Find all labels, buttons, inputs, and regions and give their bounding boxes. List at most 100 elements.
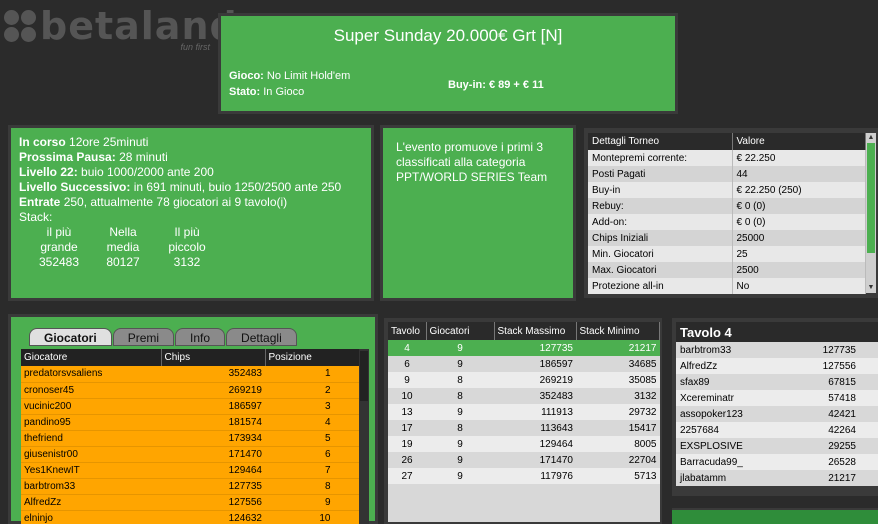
table-row[interactable]: 9 8 269219 35085 [388,372,660,388]
player-row[interactable]: predatorsvsaliens 352483 1 [21,366,365,383]
player-name: cronoser45 [21,382,161,399]
player-row[interactable]: thefriend 173934 5 [21,430,365,447]
table-max-stack: 111913 [494,404,576,420]
players-header-name[interactable]: Giocatore [21,349,162,366]
seat-row[interactable]: 2257684 42264 [676,422,878,438]
scroll-down-icon[interactable]: ▼ [866,284,876,292]
player-row[interactable]: vucinic200 186597 3 [21,398,365,415]
player-row[interactable]: cronoser45 269219 2 [21,382,365,399]
tables-header-table[interactable]: Tavolo [388,322,427,340]
tournament-status-panel: In corso 12ore 25minuti Prossima Pausa: … [8,125,374,301]
seat-row[interactable]: barbtrom33 127735 [676,342,878,358]
tab-giocatori[interactable]: Giocatori [29,328,112,346]
seat-row[interactable]: Xcereminatr 57418 [676,390,878,406]
seat-row[interactable]: jlabatamm 21217 [676,470,878,486]
table-max-stack: 269219 [494,372,576,388]
details-name: Posti Pagati [588,166,733,182]
table-players-count: 9 [426,452,494,468]
seat-row[interactable]: sfax89 67815 [676,374,878,390]
table-players-count: 8 [426,388,494,404]
details-name: Montepremi corrente: [588,150,733,166]
table-row[interactable]: 19 9 129464 8005 [388,436,660,452]
player-row[interactable]: giusenistr00 171470 6 [21,446,365,463]
table-row[interactable]: 26 9 171470 22704 [388,452,660,468]
table-min-stack: 35085 [576,372,660,388]
details-scrollbar[interactable]: ▲ ▼ [866,133,876,293]
player-row[interactable]: Yes1KnewIT 129464 7 [21,462,365,479]
game-label: Gioco: [229,70,264,82]
players-header-position[interactable]: Posizione [265,349,365,366]
player-name: thefriend [21,430,161,447]
join-table-button[interactable] [672,508,878,524]
player-row[interactable]: elninjo 124632 10 [21,510,365,524]
stack-smallest: Il più piccolo 3132 [155,225,219,270]
promo-text: L'evento promuove i primi 3 classificati… [396,140,548,184]
player-chips: 173934 [161,430,265,447]
details-value: No [732,278,866,294]
table-row[interactable]: 17 8 113643 15417 [388,420,660,436]
details-scroll-thumb[interactable] [867,143,875,253]
seat-player-chips: 21217 [785,470,878,486]
details-header-value[interactable]: Valore [732,133,866,150]
table-max-stack: 186597 [494,356,576,372]
table-min-stack: 34685 [576,356,660,372]
table-max-stack: 129464 [494,436,576,452]
details-value: € 0 (0) [732,198,866,214]
seat-row[interactable]: AlfredZz 127556 [676,358,878,374]
players-scrollbar[interactable] [359,349,369,524]
table-row[interactable]: 10 8 352483 3132 [388,388,660,404]
tables-header-players[interactable]: Giocatori [426,322,495,340]
seat-row[interactable]: Barracuda99_ 26528 [676,454,878,470]
details-header-name[interactable]: Dettagli Torneo [588,133,733,150]
seat-row[interactable]: EXSPLOSIVE 29255 [676,438,878,454]
stack-smallest-label-2: piccolo [168,240,206,254]
table-players-count: 9 [426,356,494,372]
player-chips: 181574 [161,414,265,431]
player-row[interactable]: pandino95 181574 4 [21,414,365,431]
stack-smallest-value: 3132 [173,255,201,269]
running-value: 12ore 25minuti [69,135,149,149]
tables-header-min-stack[interactable]: Stack Minimo [576,322,660,340]
tournament-status: Stato: In Gioco [229,86,304,98]
player-name: barbtrom33 [21,478,161,495]
players-scroll-thumb[interactable] [360,351,368,401]
player-row[interactable]: barbtrom33 127735 8 [21,478,365,495]
tab-dettagli[interactable]: Dettagli [226,328,297,346]
player-position: 9 [265,494,365,511]
stack-label: Stack: [19,210,53,224]
seat-player-chips: 127556 [785,358,878,374]
table-row[interactable]: 4 9 127735 21217 [388,340,660,356]
players-header-chips[interactable]: Chips [161,349,266,366]
table-row[interactable]: 27 9 117976 5713 [388,468,660,484]
tables-header-max-stack[interactable]: Stack Massimo [494,322,577,340]
player-row[interactable]: AlfredZz 127556 9 [21,494,365,511]
table-max-stack: 352483 [494,388,576,404]
tab-info[interactable]: Info [175,328,226,346]
details-value: 25000 [732,230,866,246]
seat-player-name: barbtrom33 [676,342,786,358]
table-min-stack: 8005 [576,436,660,452]
table-max-stack: 171470 [494,452,576,468]
next-level-value: in 691 minuti, buio 1250/2500 ante 250 [133,180,342,194]
seat-player-name: Xcereminatr [676,390,786,406]
table-min-stack: 3132 [576,388,660,404]
details-name: Buy-in [588,182,733,198]
table-number: 6 [388,356,426,372]
player-name: Yes1KnewIT [21,462,161,479]
table-number: 17 [388,420,426,436]
scroll-up-icon[interactable]: ▲ [866,134,876,142]
stack-average-label-1: Nella [109,225,137,239]
promo-panel: L'evento promuove i primi 3 classificati… [380,125,576,301]
seat-player-chips: 26528 [785,454,878,470]
players-panel: Giocatori Premi Info Dettagli Giocatore … [8,314,378,524]
player-position: 2 [265,382,365,399]
table-max-stack: 113643 [494,420,576,436]
table-row[interactable]: 6 9 186597 34685 [388,356,660,372]
tables-empty-cell [388,484,660,522]
seat-row[interactable]: assopoker123 42421 [676,406,878,422]
tab-premi[interactable]: Premi [112,328,175,346]
table-min-stack: 15417 [576,420,660,436]
table-row[interactable]: 13 9 111913 29732 [388,404,660,420]
player-chips: 352483 [161,366,265,383]
player-chips: 127556 [161,494,265,511]
